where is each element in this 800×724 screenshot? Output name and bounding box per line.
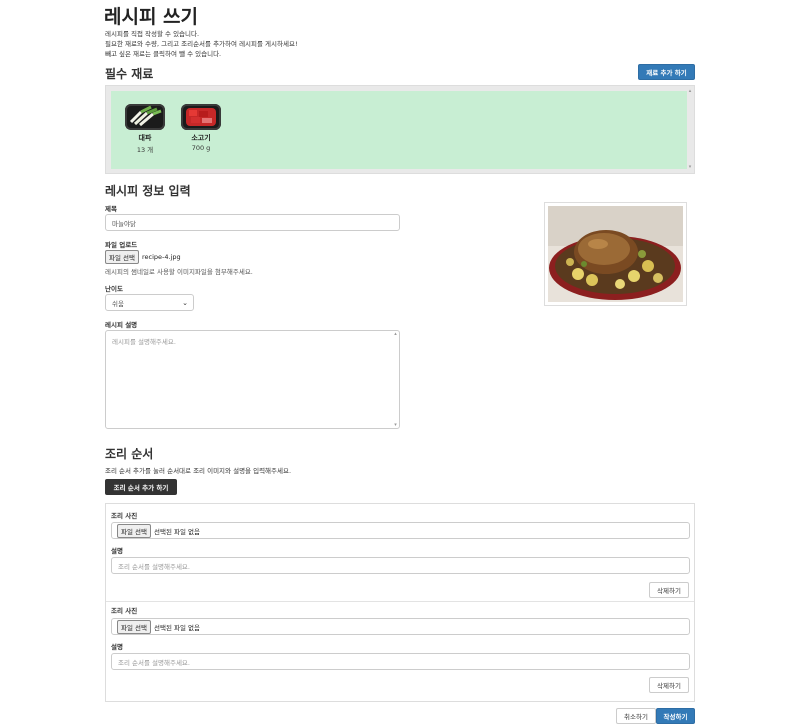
scrollbar[interactable]: ▴ ▾	[687, 88, 693, 170]
ingredient-qty: 13 개	[136, 146, 154, 154]
ingredients-heading: 필수 재료	[105, 67, 154, 81]
difficulty-value: 쉬움	[112, 299, 124, 308]
page-intro: 레시피를 직접 작성할 수 있습니다. 필요한 재료와 수량, 그리고 조리순서…	[105, 29, 298, 59]
intro-line: 빼고 싶은 재료는 클릭하여 뺄 수 있습니다.	[105, 50, 222, 58]
scroll-up-icon[interactable]: ▴	[394, 331, 397, 337]
step-divider	[106, 601, 694, 602]
cancel-button[interactable]: 취소하기	[616, 708, 656, 724]
intro-line: 레시피를 직접 작성할 수 있습니다.	[105, 30, 200, 38]
difficulty-label: 난이도	[105, 285, 123, 293]
steps-heading: 조리 순서	[105, 447, 154, 461]
step-desc-label: 설명	[111, 643, 123, 651]
steps-help-text: 조리 순서 추가를 눌러 순서대로 조리 이미지와 설명을 입력해주세요.	[105, 467, 292, 475]
ingredient-list[interactable]: 대파 13 개 소고기 700 g ▴ ▾	[105, 85, 695, 174]
description-textarea[interactable]: 레시피를 설명해주세요.	[105, 330, 400, 429]
title-value: 마늘야닭	[112, 219, 136, 228]
file-status: 선택된 파일 없음	[154, 623, 200, 632]
difficulty-select[interactable]: 쉬움 ⌄	[105, 294, 194, 311]
upload-help-text: 레시피의 썸네일로 사용할 이미지파일을 첨부해주세요.	[105, 268, 253, 276]
scroll-down-icon[interactable]: ▾	[689, 164, 692, 170]
step-desc-placeholder: 조리 순서를 설명해주세요.	[118, 562, 190, 571]
ingredient-name: 대파	[138, 134, 152, 142]
step-photo-label: 조리 사진	[111, 512, 138, 520]
step-desc-input[interactable]: 조리 순서를 설명해주세요.	[111, 557, 690, 574]
uploaded-file-name: recipe-4.jpg	[142, 253, 181, 261]
choose-file-button[interactable]: 파일 선택	[105, 250, 139, 264]
step-photo-input[interactable]: 파일 선택 선택된 파일 없음	[111, 522, 690, 539]
step-desc-placeholder: 조리 순서를 설명해주세요.	[118, 658, 190, 667]
ingredient-item[interactable]: 소고기 700 g	[176, 104, 226, 152]
recipe-info-heading: 레시피 정보 입력	[105, 184, 191, 198]
page-title: 레시피 쓰기	[104, 6, 199, 28]
chevron-down-icon: ⌄	[182, 298, 188, 307]
step-desc-input[interactable]: 조리 순서를 설명해주세요.	[111, 653, 690, 670]
file-upload-control[interactable]: 파일 선택 recipe-4.jpg	[105, 250, 181, 264]
ingredient-qty: 700 g	[191, 144, 211, 152]
add-step-button[interactable]: 조리 순서 추가 하기	[105, 479, 177, 495]
textarea-scrollbar[interactable]: ▴ ▾	[392, 331, 399, 428]
add-ingredient-button[interactable]: 재료 추가 하기	[638, 64, 695, 80]
choose-file-button[interactable]: 파일 선택	[117, 619, 151, 634]
intro-line: 필요한 재료와 수량, 그리고 조리순서를 추가하여 레시피를 게시하세요!	[105, 40, 298, 48]
upload-label: 파일 업로드	[105, 241, 138, 249]
submit-button[interactable]: 작성하기	[656, 708, 695, 724]
delete-step-button[interactable]: 삭제하기	[649, 677, 689, 693]
scroll-up-icon[interactable]: ▴	[689, 88, 692, 94]
title-label: 제목	[105, 205, 117, 213]
ingredient-name: 소고기	[191, 134, 211, 142]
title-input[interactable]: 마늘야닭	[105, 214, 400, 231]
green-onion-icon	[125, 104, 165, 130]
step-photo-label: 조리 사진	[111, 607, 138, 615]
ingredient-item[interactable]: 대파 13 개	[120, 104, 170, 154]
scroll-down-icon[interactable]: ▾	[394, 422, 397, 428]
ingredient-list-area: 대파 13 개 소고기 700 g	[111, 91, 687, 169]
file-status: 선택된 파일 없음	[154, 527, 200, 536]
description-label: 레시피 설명	[105, 321, 138, 329]
roast-chicken-image	[548, 206, 683, 302]
thumbnail-preview	[544, 202, 687, 306]
beef-icon	[181, 104, 221, 130]
step-photo-input[interactable]: 파일 선택 선택된 파일 없음	[111, 618, 690, 635]
description-placeholder: 레시피를 설명해주세요.	[112, 338, 176, 346]
choose-file-button[interactable]: 파일 선택	[117, 523, 151, 538]
step-desc-label: 설명	[111, 547, 123, 555]
delete-step-button[interactable]: 삭제하기	[649, 582, 689, 598]
